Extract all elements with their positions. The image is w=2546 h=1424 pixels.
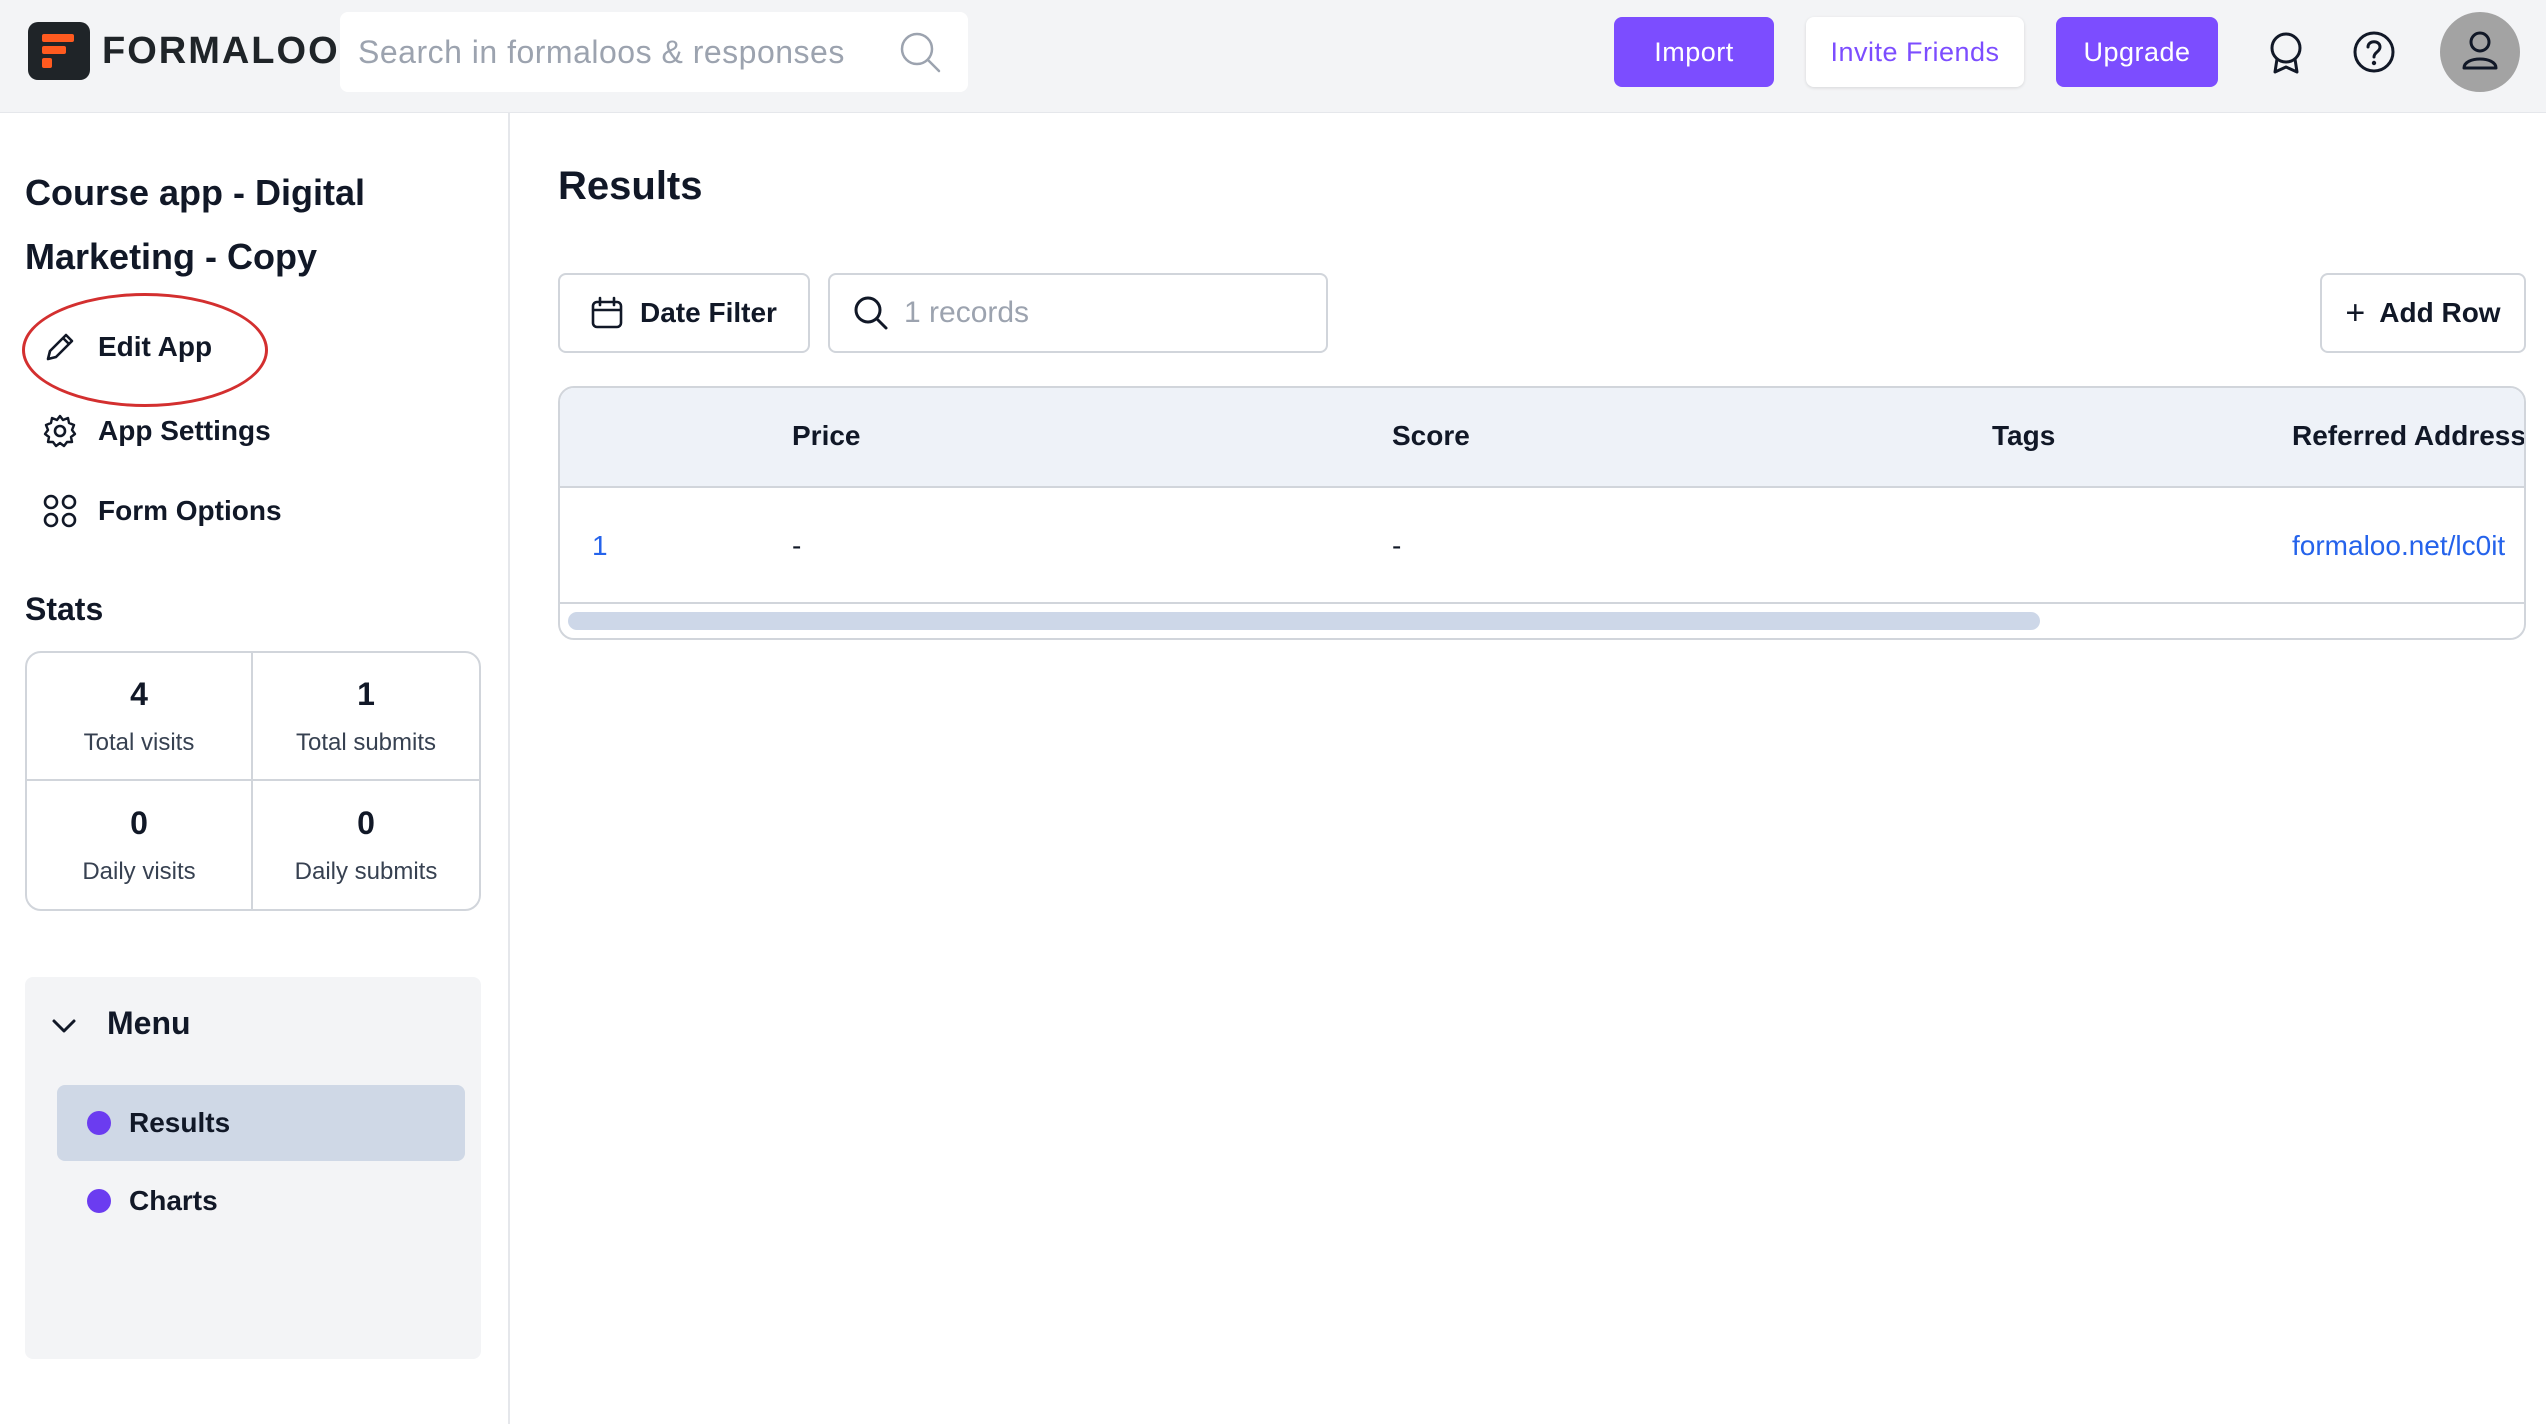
menu-panel: Menu Results Charts [25,977,481,1359]
stats-title: Stats [25,591,104,627]
stats-grid: 4 Total visits 1 Total submits 0 Daily v… [25,651,481,911]
add-row-button[interactable]: + Add Row [2320,273,2526,353]
stat-value: 0 [130,804,148,841]
gear-icon [42,413,78,449]
app-settings-link[interactable]: App Settings [42,413,271,449]
avatar[interactable] [2440,12,2520,92]
help-icon[interactable] [2352,30,2396,79]
page-title: Results [558,164,703,208]
search-icon[interactable] [898,30,942,79]
records-search-input[interactable]: 1 records [828,273,1328,353]
stat-value: 1 [357,675,375,712]
dot-icon [87,1189,111,1213]
menu-item-label: Results [129,1107,231,1138]
sidebar: Course app - Digital Marketing - Copy Ed… [0,113,510,1424]
calendar-icon [591,296,623,329]
grid-icon [42,493,78,529]
column-header-tags[interactable]: Tags [1992,420,2055,452]
cell-score: - [1392,530,1402,561]
stat-total-submits: 1 Total submits [253,653,479,781]
stat-label: Daily submits [294,857,438,885]
divider [560,602,2524,604]
column-header-referred-address[interactable]: Referred Address [2292,420,2524,452]
table-header: Price Score Tags Referred Address [560,388,2524,488]
stat-value: 0 [357,804,375,841]
stat-label: Total submits [295,728,437,756]
formaloo-logo-icon [28,22,90,80]
logo[interactable]: FORMALOO [28,22,340,80]
form-options-link[interactable]: Form Options [42,493,282,529]
top-bar: FORMALOO Search in formaloos & responses… [0,0,2546,113]
menu-item-label: Charts [129,1185,218,1216]
menu-item-charts[interactable]: Charts [57,1163,465,1239]
search-input[interactable]: Search in formaloos & responses [358,34,866,71]
date-filter-label: Date Filter [640,297,777,328]
upgrade-button[interactable]: Upgrade [2056,17,2218,87]
row-number[interactable]: 1 [592,530,608,562]
chevron-down-icon [51,1005,77,1042]
plus-icon: + [2345,293,2366,332]
app-title: Course app - Digital Marketing - Copy [25,172,366,277]
horizontal-scrollbar[interactable] [568,612,2040,630]
results-table: Price Score Tags Referred Address 1 - - … [558,386,2526,640]
stat-value: 4 [130,675,148,712]
stat-label: Total visits [83,728,195,756]
import-button[interactable]: Import [1614,17,1774,87]
records-placeholder: 1 records [904,296,1030,329]
menu-item-results[interactable]: Results [57,1085,465,1161]
add-row-label: Add Row [2379,297,2501,328]
menu-title: Menu [107,1005,191,1041]
brand-name: FORMALOO [102,29,340,72]
column-header-score[interactable]: Score [1392,420,1470,452]
user-icon [2458,28,2502,77]
date-filter-button[interactable]: Date Filter [558,273,810,353]
invite-friends-button[interactable]: Invite Friends [1806,17,2024,87]
search-bar[interactable]: Search in formaloos & responses [340,12,968,92]
highlight-annotation [22,293,268,407]
stat-label: Daily visits [82,857,196,885]
stat-daily-submits: 0 Daily submits [253,781,479,909]
form-options-label: Form Options [98,495,282,526]
column-header-price[interactable]: Price [792,420,861,452]
menu-toggle[interactable]: Menu [51,1005,191,1042]
cell-price: - [792,530,802,561]
badge-icon[interactable] [2266,30,2306,81]
search-icon [854,296,888,330]
stat-daily-visits: 0 Daily visits [27,781,253,909]
stat-total-visits: 4 Total visits [27,653,253,781]
dot-icon [87,1111,111,1135]
cell-referred-address[interactable]: formaloo.net/lc0it [2292,530,2505,562]
app-settings-label: App Settings [98,415,271,446]
